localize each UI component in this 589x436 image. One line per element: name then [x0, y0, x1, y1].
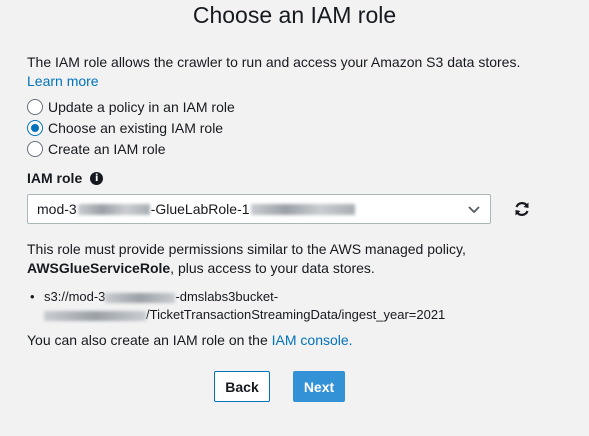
console-note: You can also create an IAM role on the I…: [27, 332, 353, 348]
data-store-path: s3://mod-3 -dmslabs3bucket- /TicketTransa…: [44, 289, 446, 322]
update-policy-radio[interactable]: [27, 99, 43, 115]
iam-console-link[interactable]: IAM console.: [272, 332, 353, 348]
redacted-text: [250, 203, 355, 215]
description-text: The IAM role allows the crawler to run a…: [27, 54, 521, 70]
description: The IAM role allows the crawler to run a…: [27, 53, 567, 91]
option-label: Update a policy in an IAM role: [48, 99, 235, 115]
iam-role-value-middle: -GlueLabRole-1: [150, 201, 250, 217]
option-label: Choose an existing IAM role: [48, 120, 224, 136]
learn-more-link[interactable]: Learn more: [27, 73, 99, 89]
option-create-role[interactable]: Create an IAM role: [27, 141, 166, 157]
next-button[interactable]: Next: [293, 371, 345, 402]
back-button[interactable]: Back: [214, 371, 270, 402]
option-choose-existing[interactable]: Choose an existing IAM role: [27, 120, 223, 136]
iam-role-value-prefix: mod-3: [37, 201, 77, 217]
redacted-text: [77, 203, 150, 215]
redacted-text: [105, 292, 176, 303]
option-update-policy[interactable]: Update a policy in an IAM role: [27, 99, 235, 115]
permissions-text: This role must provide permissions simil…: [27, 241, 466, 276]
iam-role-label: IAM role i: [27, 170, 104, 186]
create-role-radio[interactable]: [27, 141, 43, 157]
redacted-text: [44, 310, 146, 321]
chevron-down-icon: [468, 206, 480, 214]
policy-name: AWSGlueServiceRole: [27, 260, 171, 276]
page-title: Choose an IAM role: [192, 2, 397, 28]
choose-existing-radio[interactable]: [27, 120, 43, 136]
info-icon[interactable]: i: [90, 171, 104, 185]
refresh-icon[interactable]: [513, 200, 531, 218]
option-label: Create an IAM role: [48, 141, 166, 157]
list-item: • s3://mod-3 -dmslabs3bucket- /TicketTran…: [30, 289, 446, 322]
iam-role-select[interactable]: mod-3 -GlueLabRole-1: [27, 194, 491, 224]
